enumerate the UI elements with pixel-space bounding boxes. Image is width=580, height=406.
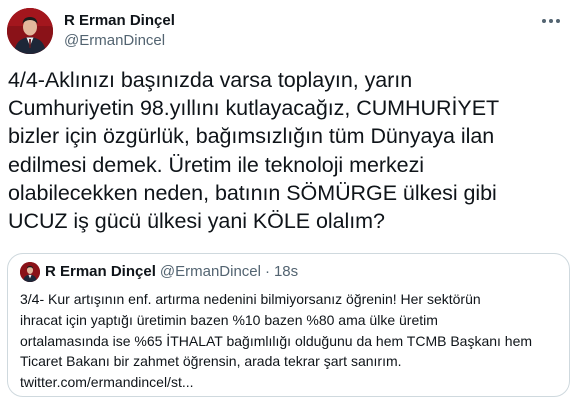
ellipsis-icon bbox=[542, 19, 560, 23]
tweet-header: R Erman Dinçel @ErmanDincel bbox=[7, 6, 175, 56]
tweet-text-line: bizler için özgürlük, bağımsızlığın tüm … bbox=[8, 124, 495, 149]
author-handle[interactable]: @ErmanDincel bbox=[64, 31, 175, 51]
tweet-text-line: UCUZ iş gücü ülkesi yani KÖLE olalım? bbox=[8, 209, 385, 234]
tweet-text-line: Cumhuriyetin 98.yıllını kutlayacağız, CU… bbox=[8, 96, 500, 121]
quoted-text-line: Ticaret Bakanı bir zahmet öğrensin, arad… bbox=[20, 353, 402, 370]
quoted-author-handle: @ErmanDincel bbox=[159, 263, 261, 280]
author-names: R Erman Dinçel @ErmanDincel bbox=[64, 11, 175, 51]
avatar[interactable] bbox=[7, 8, 53, 54]
quoted-avatar-image bbox=[20, 262, 40, 282]
quoted-text-line: 3/4- Kur artışının enf. artırma nedenini… bbox=[20, 291, 481, 307]
quoted-text-line: ortalamasında ise %65 İTHALAT bağımlılığ… bbox=[20, 332, 533, 349]
quoted-tweet-text: 3/4- Kur artışının enf. artırma nedenini… bbox=[20, 289, 560, 393]
quoted-avatar bbox=[20, 262, 40, 282]
quoted-link[interactable]: twitter.com/ermandincel/st... bbox=[20, 372, 560, 393]
quoted-tweet-header: R Erman Dinçel @ErmanDincel · 18s bbox=[20, 262, 298, 282]
tweet-text-line: 4/4-Aklınızı başınızda varsa toplayın, y… bbox=[8, 68, 413, 92]
quoted-separator: · bbox=[264, 263, 270, 280]
tweet-text: 4/4-Aklınızı başınızda varsa toplayın, y… bbox=[8, 66, 568, 235]
quoted-author-display-name: R Erman Dinçel bbox=[45, 263, 156, 280]
tweet-text-line: olabilecekken neden, batının SÖMÜRGE ülk… bbox=[8, 180, 497, 205]
more-options-button[interactable] bbox=[540, 10, 562, 32]
quoted-timestamp[interactable]: 18s bbox=[274, 262, 298, 282]
quoted-tweet[interactable]: R Erman Dinçel @ErmanDincel · 18s 3/4- K… bbox=[7, 253, 570, 397]
tweet-card: R Erman Dinçel @ErmanDincel 4/4-Aklınızı… bbox=[0, 0, 580, 406]
tweet-text-line: edilmesi demek. Üretim ile teknoloji mer… bbox=[8, 152, 424, 177]
quoted-text-line: ihracat için yaptığı üretimin bazen %10 … bbox=[20, 311, 438, 328]
avatar-image bbox=[7, 8, 53, 54]
author-display-name[interactable]: R Erman Dinçel bbox=[64, 11, 175, 31]
